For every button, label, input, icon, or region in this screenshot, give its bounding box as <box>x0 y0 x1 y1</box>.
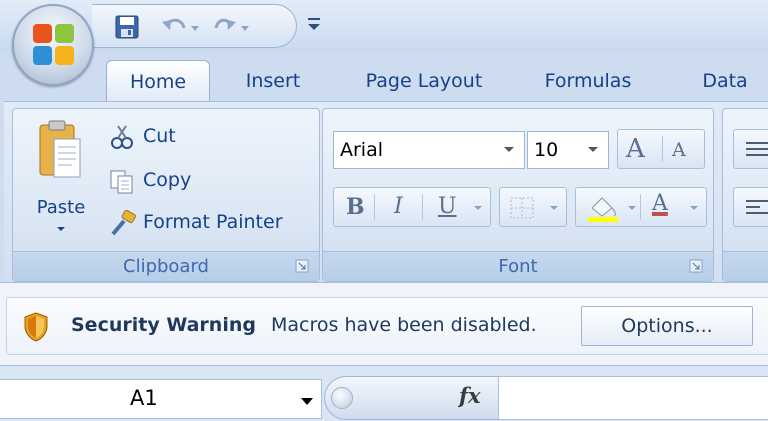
tab-insert[interactable]: Insert <box>226 60 320 102</box>
paste-label: Paste <box>36 197 86 218</box>
title-bar <box>0 0 768 52</box>
security-warning-bar: Security Warning Macros have been disabl… <box>6 297 768 355</box>
italic-icon[interactable]: I <box>394 194 403 219</box>
paste-button[interactable]: Paste <box>27 119 95 237</box>
office-logo-icon <box>33 24 75 66</box>
alignment-group <box>722 108 768 282</box>
format-painter-label: Format Painter <box>143 211 283 233</box>
font-group: Arial 10 A A B I U A Font <box>322 108 714 282</box>
security-warning-message: Macros have been disabled. <box>271 314 537 336</box>
align-top-icon <box>746 142 768 156</box>
font-size-arrow-icon <box>588 147 598 152</box>
divider <box>640 194 641 220</box>
copy-icon <box>110 170 133 194</box>
format-painter-icon <box>111 210 136 236</box>
quick-access-toolbar <box>92 4 297 48</box>
font-dialog-launcher-icon[interactable] <box>689 259 703 273</box>
clipboard-group: Paste Cut Copy Format Painter Clipboard <box>12 108 320 282</box>
ribbon: Paste Cut Copy Format Painter Clipboard … <box>4 101 768 282</box>
cut-button[interactable]: Cut <box>109 121 229 151</box>
underline-icon[interactable]: U <box>438 194 457 219</box>
borders-dropdown-icon <box>550 206 558 210</box>
ribbon-tabs: Home Insert Page Layout Formulas Data <box>0 52 768 103</box>
fill-color-icon[interactable] <box>586 194 622 222</box>
align-left-button[interactable] <box>733 187 768 227</box>
clipboard-dialog-launcher-icon[interactable] <box>295 259 309 273</box>
tab-data[interactable]: Data <box>682 60 768 102</box>
text-style-buttons: B I U <box>333 187 491 227</box>
alignment-group-label <box>723 251 768 281</box>
copy-button[interactable]: Copy <box>109 165 229 195</box>
font-group-label: Font <box>323 251 713 281</box>
redo-icon[interactable] <box>212 14 254 40</box>
cut-label: Cut <box>143 125 176 147</box>
tab-page-layout[interactable]: Page Layout <box>344 60 504 102</box>
function-area: fx <box>324 376 498 420</box>
format-painter-button[interactable]: Format Painter <box>109 207 309 237</box>
underline-dropdown-icon[interactable] <box>474 206 482 210</box>
divider <box>662 136 663 162</box>
customize-toolbar-icon[interactable] <box>304 12 324 36</box>
save-icon[interactable] <box>114 14 140 40</box>
scissors-icon <box>111 125 133 149</box>
insert-function-icon[interactable]: fx <box>459 383 481 408</box>
office-button[interactable] <box>12 4 94 86</box>
cell-reference: A1 <box>130 386 158 410</box>
formula-bar: A1 fx <box>0 366 768 421</box>
message-bar: Security Warning Macros have been disabl… <box>0 282 768 366</box>
tab-formulas[interactable]: Formulas <box>526 60 650 102</box>
divider <box>374 194 375 220</box>
formula-input[interactable] <box>498 376 768 420</box>
font-size-value: 10 <box>534 139 559 161</box>
grow-font-icon[interactable]: A <box>626 134 645 164</box>
tab-home[interactable]: Home <box>106 60 210 103</box>
bold-icon[interactable]: B <box>346 194 365 220</box>
clipboard-group-title: Clipboard <box>123 256 209 277</box>
name-box-dropdown-icon[interactable] <box>301 398 313 405</box>
undo-icon[interactable] <box>160 14 202 40</box>
align-left-icon <box>746 200 768 214</box>
clipboard-group-label: Clipboard <box>13 251 319 281</box>
name-box[interactable]: A1 <box>0 379 322 419</box>
font-size-buttons: A A <box>617 129 705 169</box>
font-name-dropdown[interactable]: Arial <box>333 131 525 169</box>
security-warning-title: Security Warning <box>71 314 256 336</box>
font-color-icon[interactable]: A <box>652 191 668 216</box>
font-group-title: Font <box>498 256 538 277</box>
font-name-arrow-icon <box>504 147 514 152</box>
paste-icon <box>39 120 81 178</box>
formula-bar-toggle-icon[interactable] <box>331 387 353 409</box>
shield-icon <box>24 312 48 342</box>
color-buttons: A <box>575 187 707 227</box>
divider <box>422 194 423 220</box>
paste-dropdown-icon[interactable] <box>57 227 65 231</box>
font-size-dropdown[interactable]: 10 <box>527 131 609 169</box>
borders-icon <box>510 197 534 219</box>
fill-color-dropdown-icon[interactable] <box>628 206 636 210</box>
font-name-value: Arial <box>340 139 384 161</box>
options-button[interactable]: Options... <box>581 306 753 346</box>
copy-label: Copy <box>143 169 192 191</box>
align-top-button[interactable] <box>733 129 768 169</box>
shrink-font-icon[interactable]: A <box>672 139 686 161</box>
borders-button[interactable] <box>499 187 567 227</box>
font-color-dropdown-icon[interactable] <box>690 206 698 210</box>
